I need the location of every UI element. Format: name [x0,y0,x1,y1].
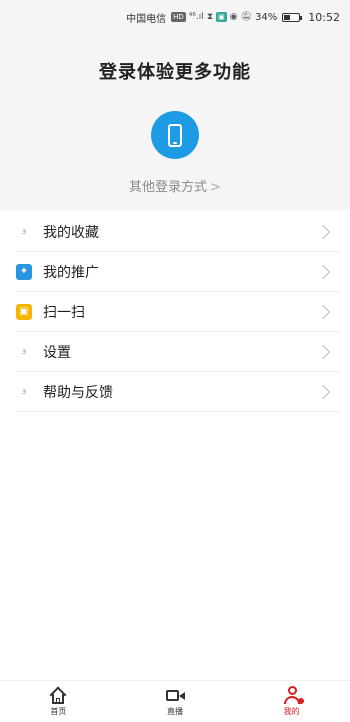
menu-item-scan[interactable]: ▣ 扫一扫 [16,292,340,332]
chevron-right-icon: > [210,180,221,195]
chevron-right-icon [315,224,331,239]
hd-badge: HD [171,12,186,22]
bottom-nav: 首页 直播 我的 [0,680,350,722]
menu-item-help[interactable]: з 帮助与反馈 [16,372,340,412]
menu-item-label: 设置 [43,344,71,361]
phone-icon [168,123,182,147]
chevron-right-icon [315,384,331,399]
menu-item-label: 我的收藏 [43,224,99,241]
menu-item-label: 我的推广 [43,264,99,281]
login-header: 登录体验更多功能 其他登录方式 > [0,34,350,210]
user-icon [282,686,304,704]
tab-label: 直播 [167,707,183,716]
app-notification-icon: ▣ [216,12,227,22]
tab-live[interactable]: 直播 [117,681,234,722]
battery-percent: 34% [255,11,278,23]
circle-notification-icon: ◉ [229,12,238,22]
app-screen: 中国电信 HD ⁴⁶.ıl ⧗ ▣ ◉ 🔕︎ 34% 10:52 登录体验更多功… [0,0,350,722]
help-icon: з [21,387,27,396]
menu-item-favorites[interactable]: з 我的收藏 [16,212,340,252]
login-title[interactable]: 登录体验更多功能 [0,58,350,84]
chevron-right-icon [315,344,331,359]
settings-icon: з [21,347,27,356]
scan-icon: ▣ [16,303,32,320]
signal-icon: ⁴⁶.ıl [188,12,204,22]
tab-home[interactable]: 首页 [0,681,117,722]
clock: 10:52 [308,10,340,24]
menu-item-label: 帮助与反馈 [43,384,113,401]
tab-label: 首页 [50,707,67,716]
video-icon [165,686,185,704]
mute-icon: 🔕︎ [240,12,253,22]
menu-item-settings[interactable]: з 设置 [16,332,340,372]
phone-login-button[interactable] [151,111,199,159]
battery-icon [282,12,303,22]
tab-label: 我的 [283,707,300,716]
favorites-icon: з [21,227,27,236]
menu-list: з 我的收藏 ✦ 我的推广 ▣ 扫一扫 з 设置 з 帮助与反馈 [0,212,350,412]
status-bar: 中国电信 HD ⁴⁶.ıl ⧗ ▣ ◉ 🔕︎ 34% 10:52 [0,0,350,34]
other-login-link[interactable]: 其他登录方式 > [0,176,350,195]
chevron-right-icon [315,264,331,279]
other-login-label: 其他登录方式 [129,180,208,195]
menu-item-promotion[interactable]: ✦ 我的推广 [16,252,340,292]
home-icon [48,686,68,704]
promotion-icon: ✦ [16,263,32,280]
tab-mine[interactable]: 我的 [233,681,350,722]
chevron-right-icon [315,304,331,319]
carrier-label: 中国电信 [126,13,167,25]
menu-item-label: 扫一扫 [43,304,85,321]
hourglass-icon: ⧗ [206,12,214,22]
